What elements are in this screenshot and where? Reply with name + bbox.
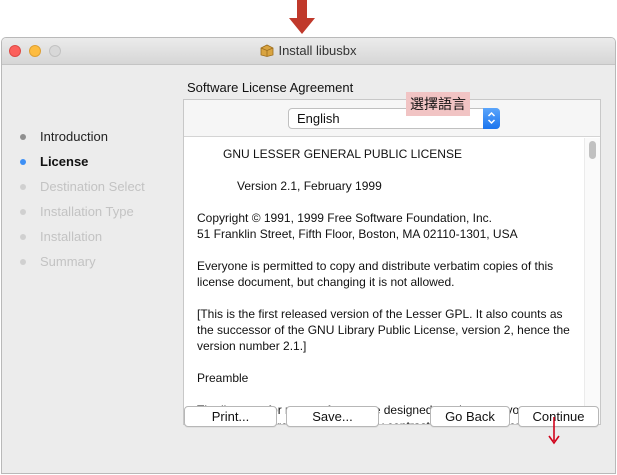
section-title: Software License Agreement — [187, 80, 354, 95]
language-bar: English 選擇語言 — [184, 92, 600, 137]
step-bullet — [20, 183, 26, 190]
scrollbar-thumb[interactable] — [589, 141, 596, 159]
license-text[interactable]: GNU LESSER GENERAL PUBLIC LICENSE Versio… — [184, 138, 584, 424]
installer-steps: Introduction License Destination Select … — [17, 124, 145, 274]
chevron-up-down-icon — [487, 111, 496, 125]
step-license: License — [17, 149, 145, 174]
language-selected-value: English — [297, 111, 340, 126]
annotation-down-arrow — [548, 417, 560, 445]
step-label: Installation — [40, 229, 103, 244]
window-title-area: Install libusbx — [2, 43, 615, 58]
license-panel: English 選擇語言 GNU LESSER GENERAL PUBLIC L… — [183, 92, 601, 425]
step-destination-select: Destination Select — [17, 174, 145, 199]
package-icon — [261, 44, 274, 57]
step-bullet — [20, 258, 26, 265]
step-installation: Installation — [17, 224, 145, 249]
step-label: License — [40, 154, 89, 169]
title-bar: Install libusbx — [2, 38, 615, 65]
license-preamble-heading: Preamble — [197, 371, 249, 385]
license-paragraph: Everyone is permitted to copy and distri… — [197, 259, 554, 289]
step-label: Summary — [40, 254, 96, 269]
license-copyright: Copyright © 1991, 1999 Free Software Fou… — [197, 211, 518, 241]
license-paragraph: [This is the first released version of t… — [197, 307, 570, 353]
license-heading: GNU LESSER GENERAL PUBLIC LICENSE — [223, 147, 462, 161]
language-stepper[interactable] — [483, 108, 500, 129]
language-annotation-label: 選擇語言 — [406, 92, 470, 116]
step-label: Destination Select — [40, 179, 145, 194]
step-label: Installation Type — [40, 204, 134, 219]
step-summary: Summary — [17, 249, 145, 274]
license-version: Version 2.1, February 1999 — [237, 179, 382, 193]
step-introduction: Introduction — [17, 124, 145, 149]
print-button[interactable]: Print... — [184, 406, 277, 427]
window-title: Install libusbx — [278, 43, 357, 58]
annotation-down-arrow — [289, 0, 315, 34]
step-label: Introduction — [40, 129, 108, 144]
step-bullet — [20, 158, 26, 165]
go-back-button[interactable]: Go Back — [430, 406, 510, 427]
license-scrollbar[interactable] — [584, 138, 600, 424]
step-bullet — [20, 208, 26, 215]
step-bullet — [20, 133, 26, 140]
step-installation-type: Installation Type — [17, 199, 145, 224]
save-button[interactable]: Save... — [286, 406, 379, 427]
step-bullet — [20, 233, 26, 240]
